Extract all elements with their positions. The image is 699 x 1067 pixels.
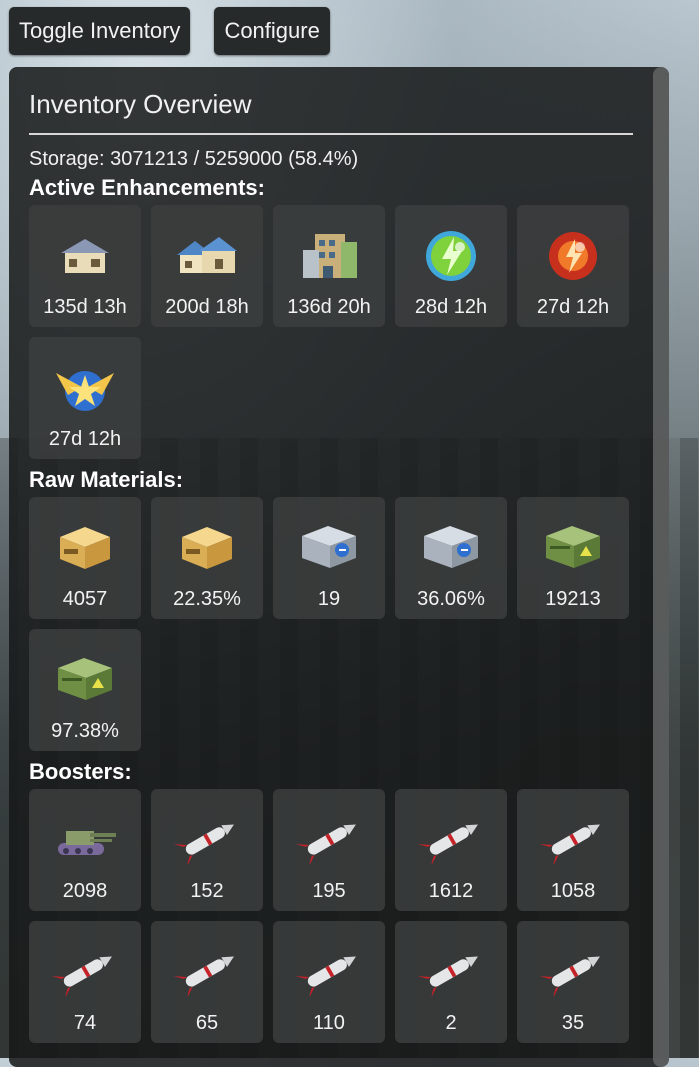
metal-case-icon — [418, 515, 484, 581]
configure-button[interactable]: Configure — [214, 7, 330, 55]
metal-case-icon — [296, 515, 362, 581]
green-energy-orb-icon — [418, 223, 484, 289]
boosters-grid: 2098 152 195 1612 1058 74 65 110 2 35 — [29, 789, 633, 1043]
materials-tile[interactable]: 19213 — [517, 497, 629, 619]
title-divider — [29, 133, 633, 135]
enhancements-tile[interactable]: 135d 13h — [29, 205, 141, 327]
panel-scrollbar[interactable] — [653, 67, 669, 1067]
boosters-tile[interactable]: 1612 — [395, 789, 507, 911]
boosters-tile[interactable]: 195 — [273, 789, 385, 911]
tile-label: 136d 20h — [287, 296, 371, 318]
tile-label: 19213 — [545, 588, 601, 610]
tile-label: 195 — [312, 880, 346, 902]
tile-label: 74 — [73, 1012, 97, 1034]
food-crate-icon — [174, 515, 240, 581]
tile-label: 2 — [445, 1012, 457, 1034]
tile-label: 19 — [317, 588, 341, 610]
enhancements-tile[interactable]: 200d 18h — [151, 205, 263, 327]
missile-icon — [52, 939, 118, 1005]
panel-content: Inventory Overview Storage: 3071213 / 52… — [29, 67, 633, 1043]
tile-label: 152 — [190, 880, 224, 902]
top-toolbar: Toggle Inventory Configure — [9, 7, 330, 55]
section-heading-enhancements: Active Enhancements: — [29, 175, 265, 200]
enhancements-tile[interactable]: 28d 12h — [395, 205, 507, 327]
tile-label: 97.38% — [51, 720, 119, 742]
missile-icon — [540, 807, 606, 873]
tile-label: 22.35% — [173, 588, 241, 610]
missile-icon — [174, 807, 240, 873]
military-crate-icon — [540, 515, 606, 581]
missile-icon — [418, 939, 484, 1005]
office-building-icon — [296, 223, 362, 289]
tile-label: 35 — [561, 1012, 585, 1034]
panel-title: Inventory Overview — [29, 89, 252, 119]
boosters-tile[interactable]: 74 — [29, 921, 141, 1043]
materials-tile[interactable]: 97.38% — [29, 629, 141, 751]
tile-label: 65 — [195, 1012, 219, 1034]
tile-label: 4057 — [62, 588, 108, 610]
tile-label: 110 — [313, 1012, 345, 1034]
boosters-tile[interactable]: 65 — [151, 921, 263, 1043]
enhancements-tile[interactable]: 136d 20h — [273, 205, 385, 327]
tile-label: 36.06% — [417, 588, 485, 610]
boosters-tile[interactable]: 110 — [273, 921, 385, 1043]
golden-wings-orb-icon — [52, 355, 118, 421]
materials-tile[interactable]: 4057 — [29, 497, 141, 619]
boosters-tile[interactable]: 2 — [395, 921, 507, 1043]
tile-label: 1612 — [428, 880, 474, 902]
section-heading-boosters: Boosters: — [29, 759, 132, 784]
tile-label: 1058 — [550, 880, 596, 902]
tile-label: 2098 — [62, 880, 108, 902]
house-small-icon — [52, 223, 118, 289]
missile-icon — [540, 939, 606, 1005]
military-crate-icon — [52, 647, 118, 713]
food-crate-icon — [52, 515, 118, 581]
missile-icon — [418, 807, 484, 873]
materials-tile[interactable]: 36.06% — [395, 497, 507, 619]
missile-icon — [296, 807, 362, 873]
enhancements-tile[interactable]: 27d 12h — [29, 337, 141, 459]
tile-label: 135d 13h — [43, 296, 127, 318]
tile-label: 200d 18h — [165, 296, 249, 318]
enhancements-grid: 135d 13h 200d 18h 136d 20h 28d 12h 27d 12h 27… — [29, 205, 633, 459]
toggle-inventory-button[interactable]: Toggle Inventory — [9, 7, 191, 55]
enhancements-tile[interactable]: 27d 12h — [517, 205, 629, 327]
boosters-tile[interactable]: 35 — [517, 921, 629, 1043]
inventory-panel: Inventory Overview Storage: 3071213 / 52… — [9, 67, 669, 1067]
boosters-tile[interactable]: 152 — [151, 789, 263, 911]
materials-tile[interactable]: 22.35% — [151, 497, 263, 619]
boosters-tile[interactable]: 2098 — [29, 789, 141, 911]
storage-status: Storage: 3071213 / 5259000 (58.4%) — [29, 148, 359, 170]
tile-label: 27d 12h — [536, 296, 610, 318]
section-heading-raw-materials: Raw Materials: — [29, 467, 184, 492]
tile-label: 28d 12h — [414, 296, 488, 318]
missile-icon — [174, 939, 240, 1005]
house-large-icon — [174, 223, 240, 289]
tank-icon — [52, 807, 118, 873]
raw-materials-grid: 4057 22.35% 19 36.06% 19213 97.38% — [29, 497, 633, 751]
materials-tile[interactable]: 19 — [273, 497, 385, 619]
boosters-tile[interactable]: 1058 — [517, 789, 629, 911]
tile-label: 27d 12h — [48, 428, 122, 450]
missile-icon — [296, 939, 362, 1005]
red-fire-orb-icon — [540, 223, 606, 289]
